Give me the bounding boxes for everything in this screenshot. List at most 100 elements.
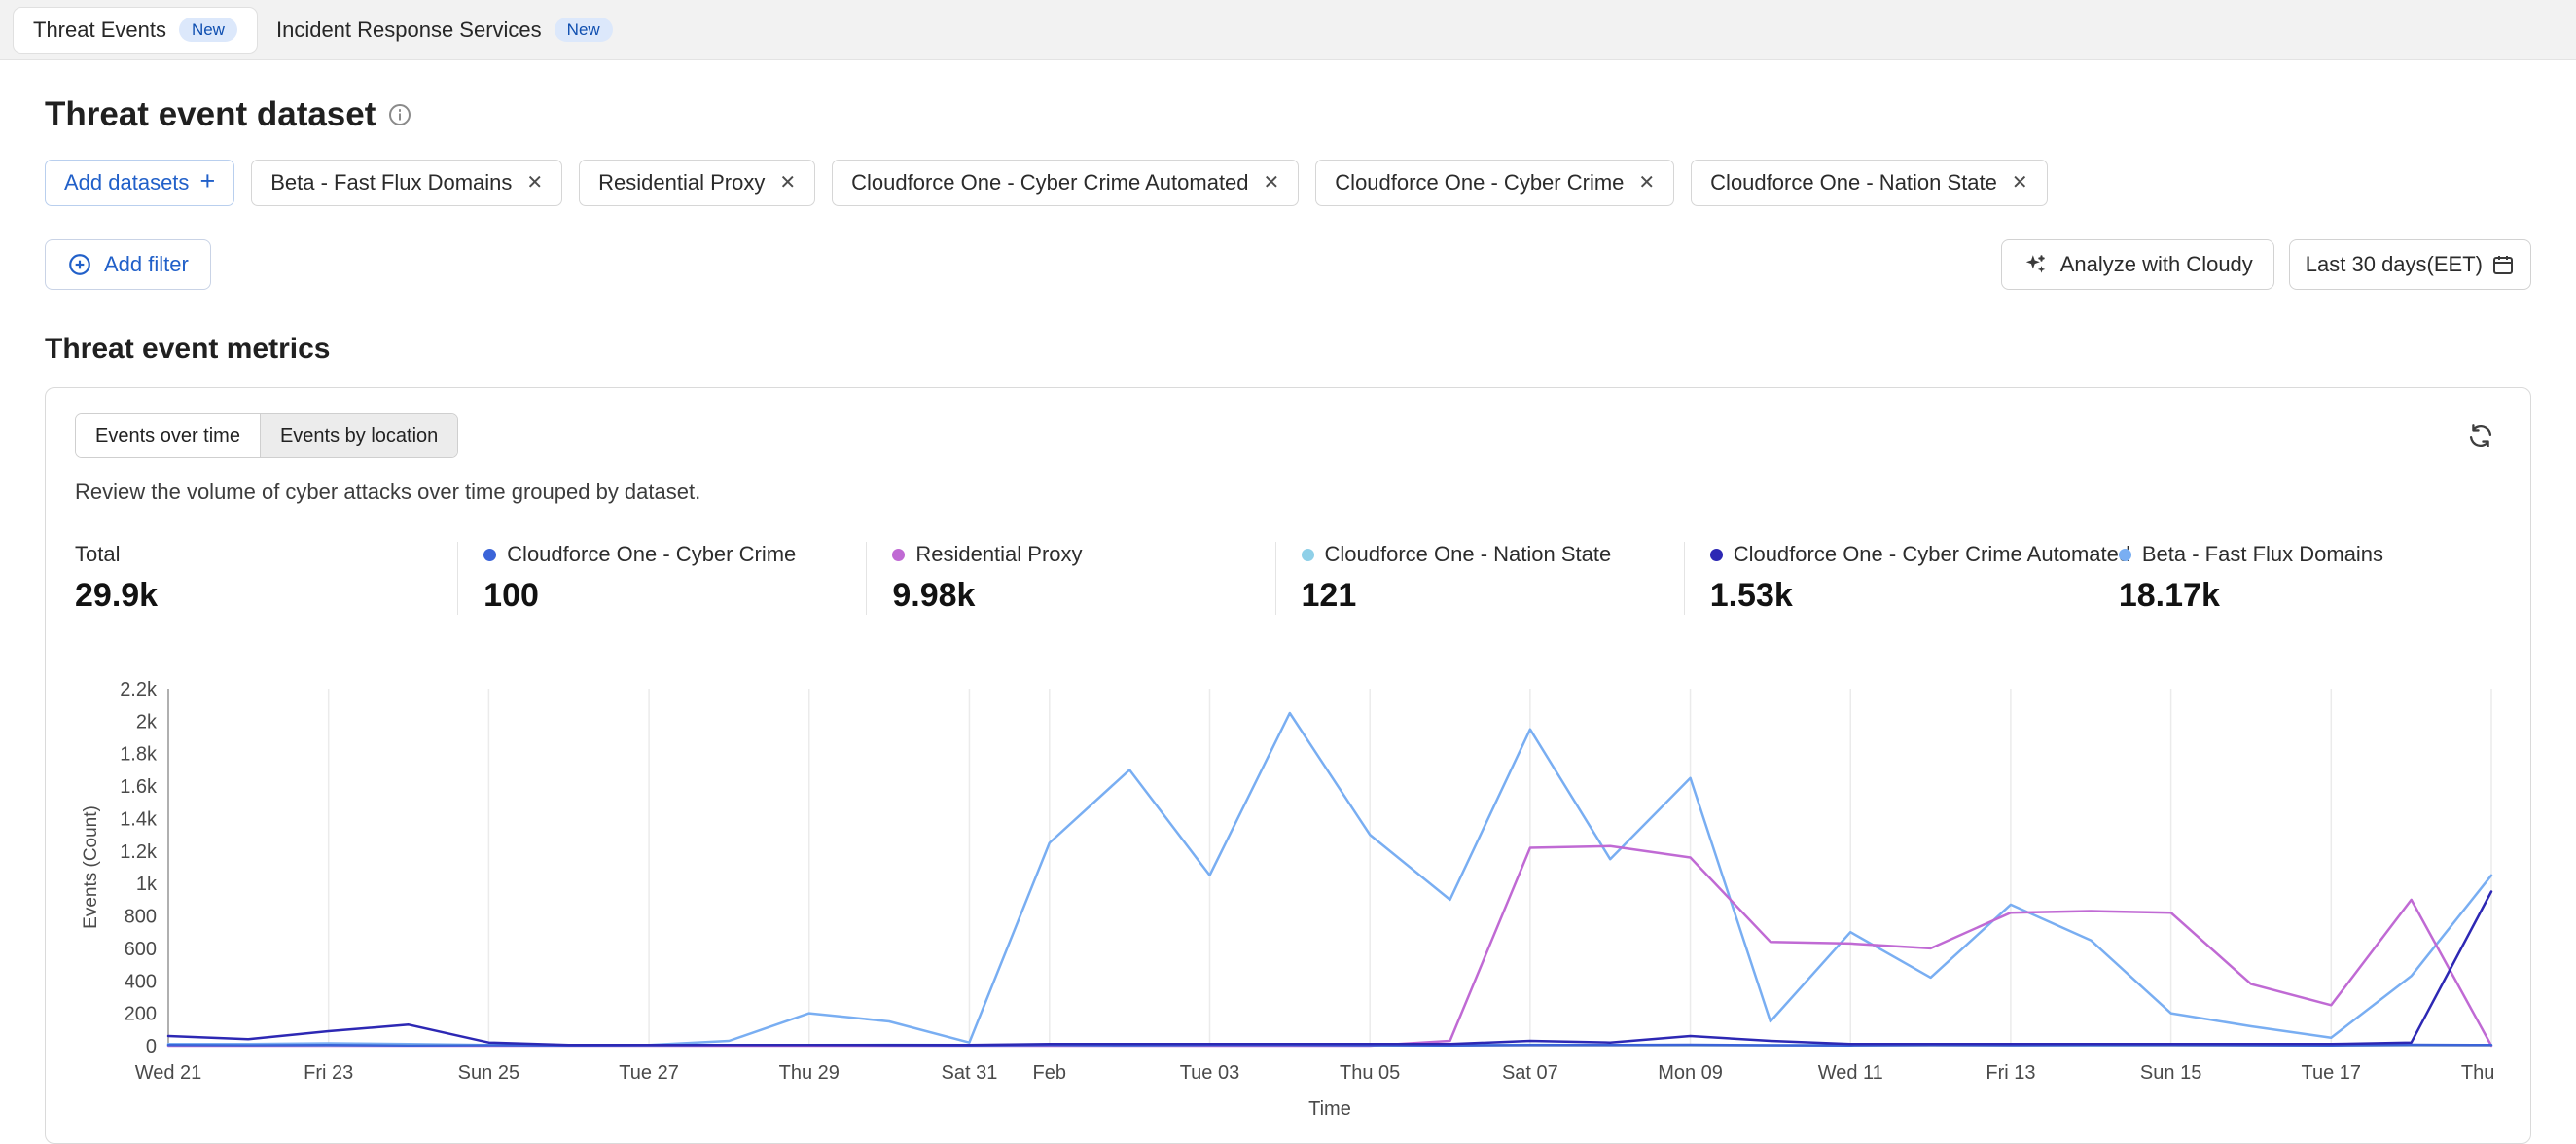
info-icon[interactable] xyxy=(388,103,411,126)
svg-text:800: 800 xyxy=(125,907,157,928)
filter-row: Add filter Analyze with Cloudy Last 30 d… xyxy=(45,239,2531,290)
new-badge: New xyxy=(555,18,613,42)
stat-label: Cloudforce One - Cyber Crime xyxy=(507,542,796,567)
svg-text:Sat 07: Sat 07 xyxy=(1502,1062,1558,1084)
svg-text:600: 600 xyxy=(125,939,157,960)
svg-text:1.6k: 1.6k xyxy=(120,776,158,798)
add-filter-button[interactable]: Add filter xyxy=(45,239,211,290)
dataset-chip[interactable]: Cloudforce One - Cyber Crime Automated ✕ xyxy=(832,160,1299,206)
svg-text:Wed 11: Wed 11 xyxy=(1818,1062,1883,1084)
stat-fast-flux-domains: Beta - Fast Flux Domains 18.17k xyxy=(2093,542,2501,615)
svg-text:1.8k: 1.8k xyxy=(120,744,158,766)
svg-text:2.2k: 2.2k xyxy=(120,679,158,700)
svg-text:Thu 19: Thu 19 xyxy=(2461,1062,2501,1084)
plus-icon: + xyxy=(199,168,215,195)
svg-text:1.2k: 1.2k xyxy=(120,841,158,863)
section-title: Threat event metrics xyxy=(45,333,2531,366)
stat-total: Total 29.9k xyxy=(75,542,457,615)
svg-text:Thu 29: Thu 29 xyxy=(779,1062,840,1084)
stat-label: Residential Proxy xyxy=(915,542,1082,567)
tab-events-over-time[interactable]: Events over time xyxy=(76,414,260,457)
metrics-card: Events over time Events by location Revi… xyxy=(45,387,2531,1144)
page-title: Threat event dataset xyxy=(45,95,376,134)
stat-value: 1.53k xyxy=(1710,577,2075,615)
dataset-chip-label: Beta - Fast Flux Domains xyxy=(270,170,512,196)
legend-dot xyxy=(483,549,496,561)
dataset-chip[interactable]: Cloudforce One - Cyber Crime ✕ xyxy=(1315,160,1674,206)
svg-text:Mon 09: Mon 09 xyxy=(1658,1062,1723,1084)
dataset-chip-label: Cloudforce One - Nation State xyxy=(1710,170,1997,196)
tab-label: Threat Events xyxy=(33,18,166,43)
close-icon[interactable]: ✕ xyxy=(2012,173,2028,193)
dataset-chip[interactable]: Cloudforce One - Nation State ✕ xyxy=(1691,160,2047,206)
top-tab-bar: Threat Events New Incident Response Serv… xyxy=(0,0,2576,60)
legend-dot xyxy=(1710,549,1723,561)
stat-cyber-crime: Cloudforce One - Cyber Crime 100 xyxy=(457,542,866,615)
sparkles-icon xyxy=(2022,252,2048,277)
stat-value: 29.9k xyxy=(75,577,440,615)
stat-label: Total xyxy=(75,542,120,567)
analyze-with-cloudy-button[interactable]: Analyze with Cloudy xyxy=(2001,239,2274,290)
tab-label: Incident Response Services xyxy=(276,18,542,43)
stats-row: Total 29.9k Cloudforce One - Cyber Crime… xyxy=(75,542,2501,615)
svg-text:200: 200 xyxy=(125,1004,157,1025)
close-icon[interactable]: ✕ xyxy=(1638,173,1655,193)
add-datasets-label: Add datasets xyxy=(64,170,189,196)
stat-cyber-crime-automated: Cloudforce One - Cyber Crime Automated 1… xyxy=(1684,542,2093,615)
dataset-chips-row: Add datasets + Beta - Fast Flux Domains … xyxy=(45,160,2531,206)
dataset-chip[interactable]: Beta - Fast Flux Domains ✕ xyxy=(251,160,562,206)
svg-text:Thu 05: Thu 05 xyxy=(1340,1062,1400,1084)
tab-threat-events[interactable]: Threat Events New xyxy=(14,8,257,53)
svg-text:1.4k: 1.4k xyxy=(120,808,158,830)
svg-text:Wed 21: Wed 21 xyxy=(135,1062,202,1084)
stat-value: 121 xyxy=(1302,577,1666,615)
events-over-time-chart: 0 200 400 600 800 1k 1.2k 1.4k 1.6k 1.8k 2k 2.2k Wed… xyxy=(75,650,2501,1123)
dataset-chip[interactable]: Residential Proxy ✕ xyxy=(579,160,815,206)
dataset-chip-label: Cloudforce One - Cyber Crime xyxy=(1335,170,1624,196)
svg-text:Sun 25: Sun 25 xyxy=(458,1062,519,1084)
refresh-button[interactable] xyxy=(2460,415,2501,456)
close-icon[interactable]: ✕ xyxy=(779,173,796,193)
close-icon[interactable]: ✕ xyxy=(1264,173,1280,193)
card-header: Events over time Events by location xyxy=(75,413,2501,458)
date-range-picker[interactable]: Last 30 days (EET) xyxy=(2289,239,2531,290)
stat-label: Beta - Fast Flux Domains xyxy=(2142,542,2383,567)
main-content: Threat event dataset Add datasets + Beta… xyxy=(0,95,2576,1144)
svg-text:Tue 03: Tue 03 xyxy=(1180,1062,1240,1084)
stat-label: Cloudforce One - Cyber Crime Automated xyxy=(1734,542,2130,567)
date-range-label: Last 30 days xyxy=(2306,252,2427,277)
tab-events-by-location[interactable]: Events by location xyxy=(260,414,457,457)
calendar-icon xyxy=(2491,253,2515,276)
add-datasets-button[interactable]: Add datasets + xyxy=(45,160,234,206)
chart-container: 0 200 400 600 800 1k 1.2k 1.4k 1.6k 1.8k 2k 2.2k Wed… xyxy=(75,650,2501,1127)
svg-text:Time: Time xyxy=(1308,1098,1351,1120)
svg-text:Events (Count): Events (Count) xyxy=(81,805,101,929)
stat-value: 100 xyxy=(483,577,848,615)
page-title-row: Threat event dataset xyxy=(45,95,2531,134)
add-filter-label: Add filter xyxy=(104,252,189,277)
close-icon[interactable]: ✕ xyxy=(526,173,543,193)
svg-text:Tue 27: Tue 27 xyxy=(619,1062,679,1084)
dataset-chip-label: Residential Proxy xyxy=(598,170,765,196)
legend-dot xyxy=(2119,549,2131,561)
svg-text:1k: 1k xyxy=(136,874,158,895)
svg-text:Fri 13: Fri 13 xyxy=(1986,1062,2035,1084)
timezone-label: (EET) xyxy=(2427,252,2483,277)
stat-nation-state: Cloudforce One - Nation State 121 xyxy=(1275,542,1684,615)
dataset-chip-label: Cloudforce One - Cyber Crime Automated xyxy=(851,170,1248,196)
stat-residential-proxy: Residential Proxy 9.98k xyxy=(866,542,1274,615)
chart-description: Review the volume of cyber attacks over … xyxy=(75,480,2501,505)
stat-label: Cloudforce One - Nation State xyxy=(1325,542,1612,567)
new-badge: New xyxy=(179,18,237,42)
tab-incident-response-services[interactable]: Incident Response Services New xyxy=(257,8,632,53)
analyze-label: Analyze with Cloudy xyxy=(2060,252,2253,277)
chart-view-tabs: Events over time Events by location xyxy=(75,413,458,458)
svg-text:2k: 2k xyxy=(136,711,158,733)
svg-text:Tue 17: Tue 17 xyxy=(2302,1062,2362,1084)
svg-text:Fri 23: Fri 23 xyxy=(304,1062,353,1084)
refresh-icon xyxy=(2467,422,2494,449)
svg-text:400: 400 xyxy=(125,971,157,992)
svg-text:0: 0 xyxy=(146,1036,157,1057)
legend-dot xyxy=(892,549,905,561)
stat-value: 18.17k xyxy=(2119,577,2484,615)
